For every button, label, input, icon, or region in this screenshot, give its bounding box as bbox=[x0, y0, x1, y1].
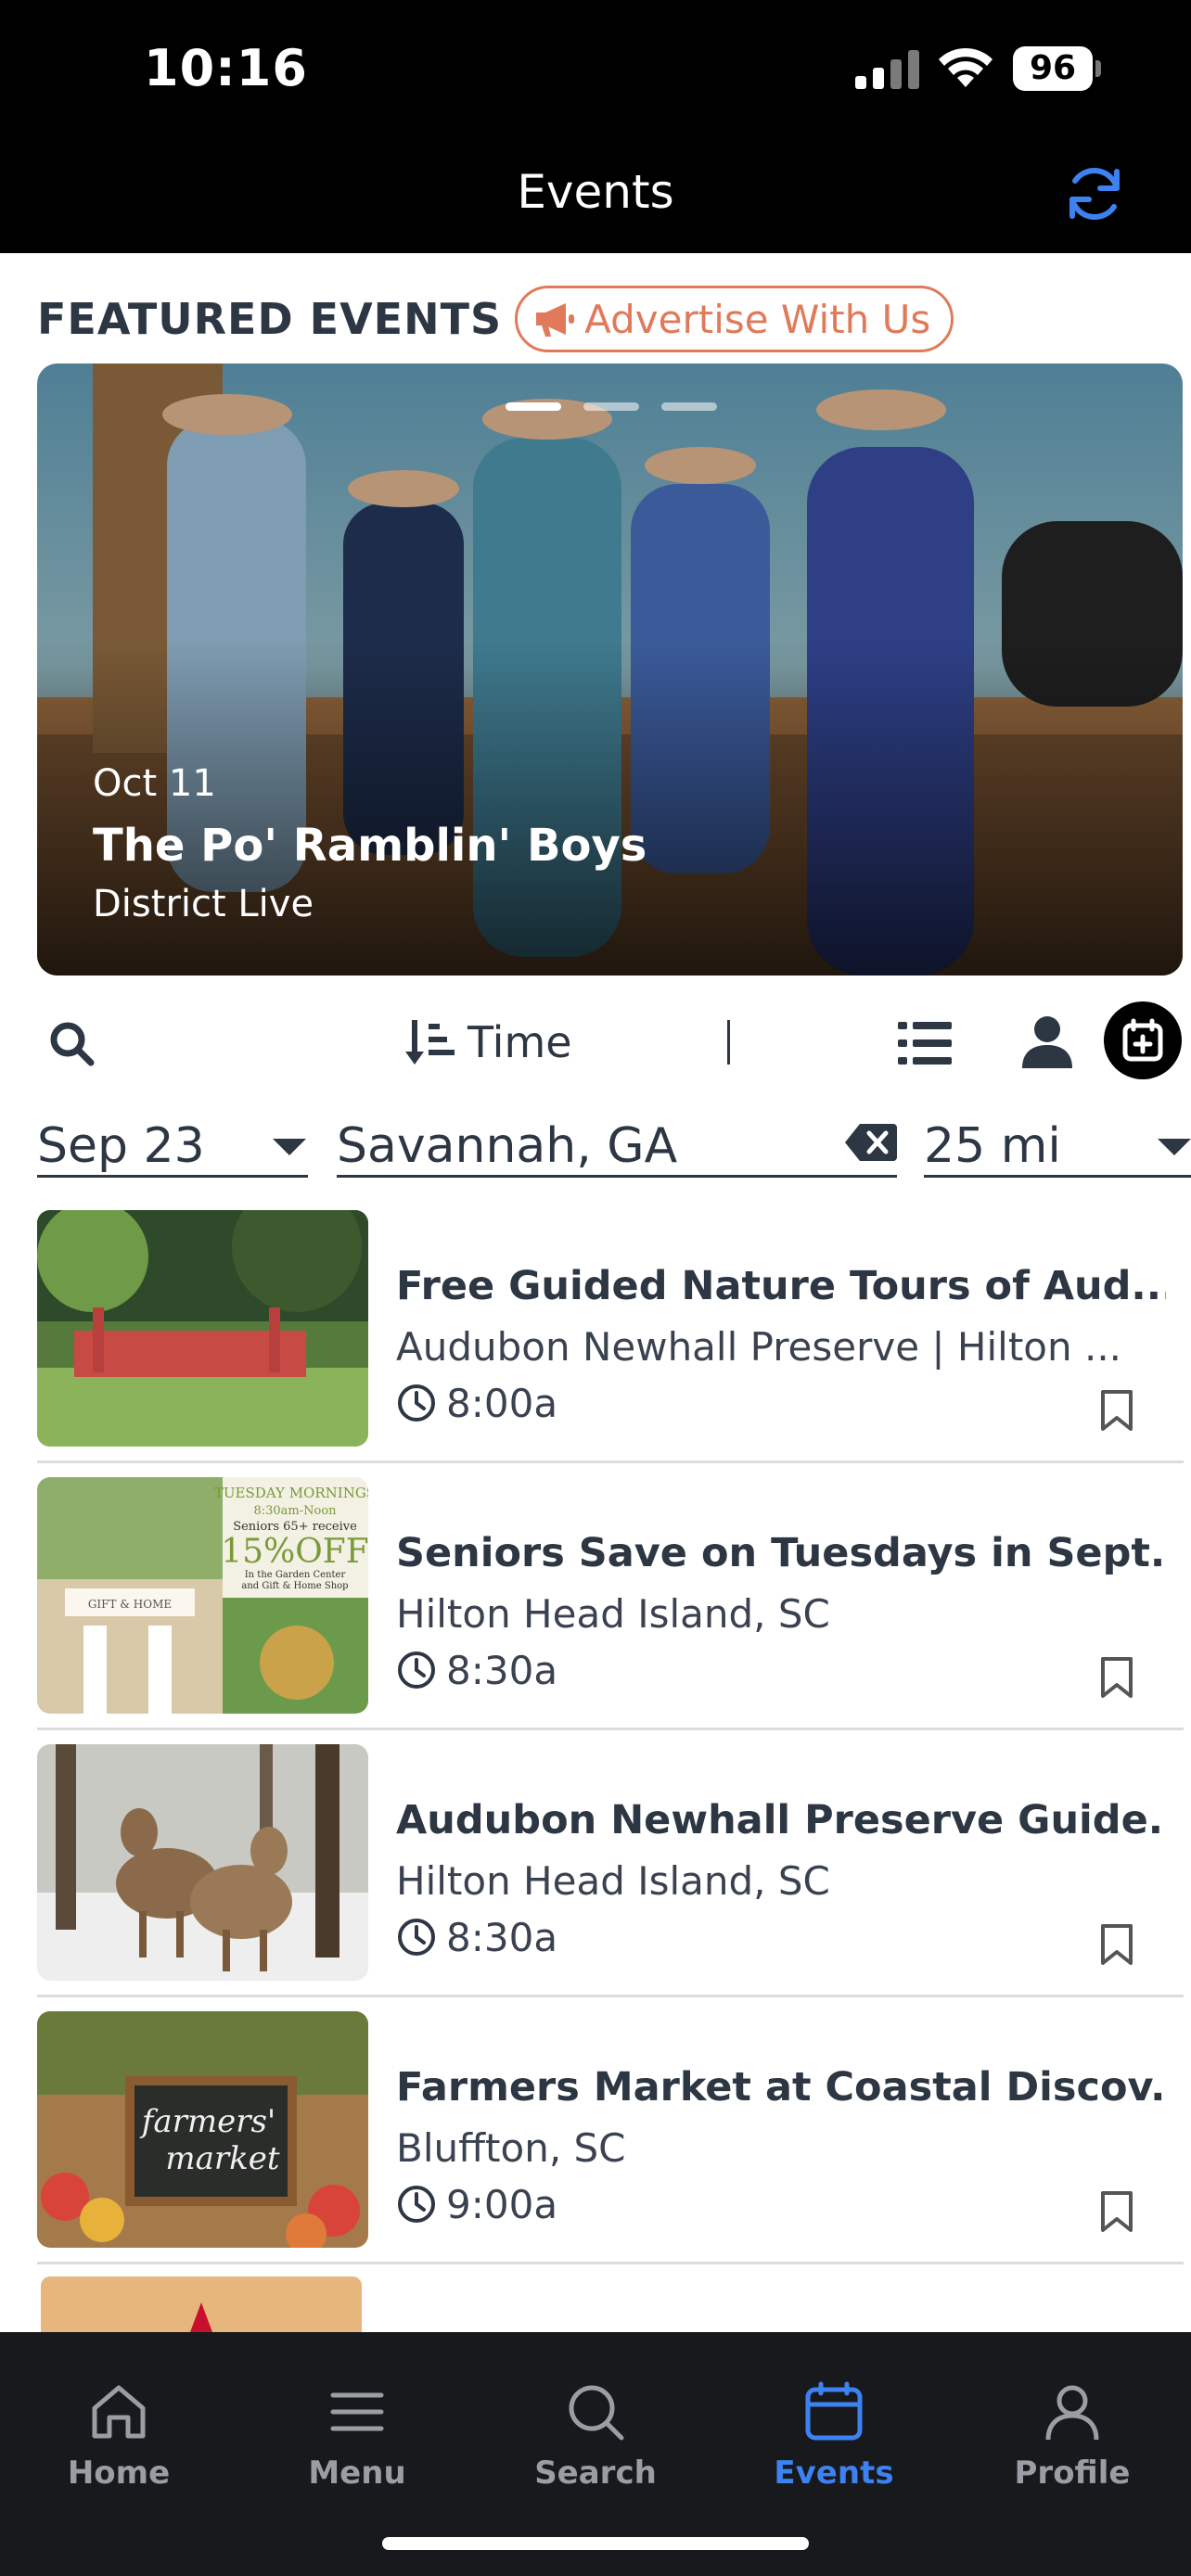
add-event-button[interactable] bbox=[1104, 1001, 1182, 1079]
event-thumbnail: TUESDAY MORNINGS 8:30am-Noon Seniors 65+… bbox=[37, 1477, 368, 1714]
event-thumbnail bbox=[37, 1744, 368, 1981]
location-filter-value: Savannah, GA bbox=[337, 1118, 678, 1174]
clear-input-icon[interactable] bbox=[845, 1124, 897, 1161]
event-time-value: 8:30a bbox=[446, 1914, 558, 1960]
event-location: Audubon Newhall Preserve | Hilton ... bbox=[396, 1324, 1122, 1370]
page-title: Events bbox=[517, 165, 674, 219]
calendar-plus-icon bbox=[1122, 1018, 1163, 1062]
tab-label: Home bbox=[67, 2455, 171, 2492]
carousel-dot[interactable] bbox=[506, 402, 561, 411]
clock-icon bbox=[398, 2186, 435, 2223]
advertise-label: Advertise With Us bbox=[584, 296, 931, 342]
clock-icon bbox=[398, 1651, 435, 1689]
event-time: 8:00a bbox=[396, 1380, 557, 1426]
bookmark-icon[interactable] bbox=[1100, 1389, 1133, 1432]
tab-label: Search bbox=[534, 2455, 657, 2492]
thumb-text-3: Seniors 65+ receive bbox=[233, 1520, 357, 1534]
home-icon bbox=[92, 2385, 146, 2439]
event-toolbar: Time bbox=[0, 1001, 1191, 1083]
event-time: 9:00a bbox=[396, 2181, 557, 2227]
featured-events-title: FEATURED EVENTS bbox=[37, 294, 503, 344]
event-thumbnail bbox=[37, 1210, 368, 1447]
battery-level: 96 bbox=[1013, 46, 1093, 91]
person-icon bbox=[1045, 2385, 1099, 2441]
carousel-dot[interactable] bbox=[661, 402, 717, 411]
event-location: Hilton Head Island, SC bbox=[396, 1858, 830, 1904]
distance-filter-value: 25 mi bbox=[924, 1118, 1061, 1174]
search-icon[interactable] bbox=[48, 1020, 96, 1068]
bookmark-icon[interactable] bbox=[1100, 1923, 1133, 1966]
clock-icon bbox=[398, 1384, 435, 1422]
tab-label: Menu bbox=[308, 2455, 406, 2492]
sort-icon bbox=[405, 1020, 455, 1065]
event-thumbnail: farmers' market bbox=[37, 2011, 368, 2248]
home-indicator[interactable] bbox=[382, 2537, 809, 2550]
banner-venue: District Live bbox=[93, 883, 314, 925]
battery-icon: 96 bbox=[1013, 46, 1102, 91]
event-list-item[interactable]: Audubon Newhall Preserve Guide... Hilton… bbox=[37, 1730, 1184, 1997]
thumb-text-market-1: farmers' bbox=[139, 2103, 276, 2140]
event-thumbnail-partial[interactable] bbox=[41, 2276, 362, 2332]
thumb-text-1: TUESDAY MORNINGS bbox=[214, 1485, 368, 1501]
event-list-item[interactable]: farmers' market Farmers Market at Coasta… bbox=[37, 1997, 1184, 2264]
event-title: Seniors Save on Tuesdays in Sept... bbox=[396, 1530, 1166, 1576]
featured-banner[interactable]: Oct 11 The Po' Ramblin' Boys District Li… bbox=[37, 363, 1183, 976]
event-time-value: 8:30a bbox=[446, 1647, 558, 1693]
event-list-item[interactable]: Free Guided Nature Tours of Aud... Audub… bbox=[37, 1196, 1184, 1463]
event-list-item[interactable]: TUESDAY MORNINGS 8:30am-Noon Seniors 65+… bbox=[37, 1463, 1184, 1730]
event-title: Free Guided Nature Tours of Aud... bbox=[396, 1263, 1166, 1309]
menu-icon bbox=[330, 2392, 384, 2431]
event-time: 8:30a bbox=[396, 1647, 557, 1693]
calendar-icon bbox=[805, 2381, 863, 2441]
bookmark-icon[interactable] bbox=[1100, 1656, 1133, 1699]
sort-label: Time bbox=[467, 1017, 572, 1067]
thumb-text-4: 15%OFF bbox=[221, 1533, 368, 1571]
wifi-icon bbox=[939, 47, 992, 87]
tab-home[interactable]: Home bbox=[26, 2378, 211, 2492]
event-location: Bluffton, SC bbox=[396, 2125, 626, 2171]
cellular-signal-icon bbox=[855, 50, 919, 89]
distance-filter[interactable]: 25 mi bbox=[924, 1103, 1191, 1178]
toolbar-divider bbox=[727, 1020, 730, 1065]
chevron-down-icon bbox=[1158, 1139, 1191, 1155]
location-filter[interactable]: Savannah, GA bbox=[337, 1103, 897, 1178]
tab-label: Profile bbox=[1014, 2455, 1131, 2492]
carousel-indicator bbox=[506, 402, 717, 411]
thumb-text-2: 8:30am-Noon bbox=[253, 1504, 337, 1518]
banner-date: Oct 11 bbox=[93, 762, 216, 805]
status-time: 10:16 bbox=[144, 39, 308, 97]
megaphone-icon bbox=[536, 303, 575, 337]
carousel-dot[interactable] bbox=[583, 402, 639, 411]
event-time: 8:30a bbox=[396, 1914, 557, 1960]
event-time-value: 9:00a bbox=[446, 2181, 558, 2227]
tab-profile[interactable]: Profile bbox=[980, 2378, 1165, 2492]
status-bar: 10:16 96 bbox=[0, 0, 1191, 134]
featured-header: FEATURED EVENTS Advertise With Us bbox=[37, 286, 954, 352]
event-time-value: 8:00a bbox=[446, 1380, 558, 1426]
advertise-button[interactable]: Advertise With Us bbox=[515, 286, 954, 352]
thumb-text-5: In the Garden Center bbox=[245, 1570, 346, 1580]
sort-button[interactable]: Time bbox=[404, 1014, 572, 1070]
date-filter[interactable]: Sep 23 bbox=[37, 1103, 308, 1178]
person-icon[interactable] bbox=[1020, 1014, 1074, 1070]
tab-search[interactable]: Search bbox=[503, 2378, 688, 2492]
tab-label: Events bbox=[774, 2455, 894, 2492]
refresh-icon[interactable] bbox=[1061, 160, 1128, 227]
chevron-down-icon bbox=[273, 1139, 306, 1155]
search-icon bbox=[569, 2385, 624, 2441]
tab-events[interactable]: Events bbox=[741, 2378, 927, 2492]
banner-event-name: The Po' Ramblin' Boys bbox=[93, 820, 647, 872]
bookmark-icon[interactable] bbox=[1100, 2190, 1133, 2233]
tab-menu[interactable]: Menu bbox=[264, 2378, 450, 2492]
event-location: Hilton Head Island, SC bbox=[396, 1591, 830, 1637]
list-view-icon[interactable] bbox=[898, 1020, 952, 1066]
date-filter-value: Sep 23 bbox=[37, 1118, 205, 1174]
clock-icon bbox=[398, 1919, 435, 1956]
event-title: Farmers Market at Coastal Discov... bbox=[396, 2064, 1166, 2111]
thumb-text-7: GIFT & HOME bbox=[88, 1598, 172, 1611]
app-header: Events bbox=[0, 134, 1191, 253]
thumb-text-market-2: market bbox=[165, 2140, 279, 2177]
event-title: Audubon Newhall Preserve Guide... bbox=[396, 1797, 1166, 1843]
thumb-text-6: and Gift & Home Shop bbox=[241, 1581, 348, 1591]
